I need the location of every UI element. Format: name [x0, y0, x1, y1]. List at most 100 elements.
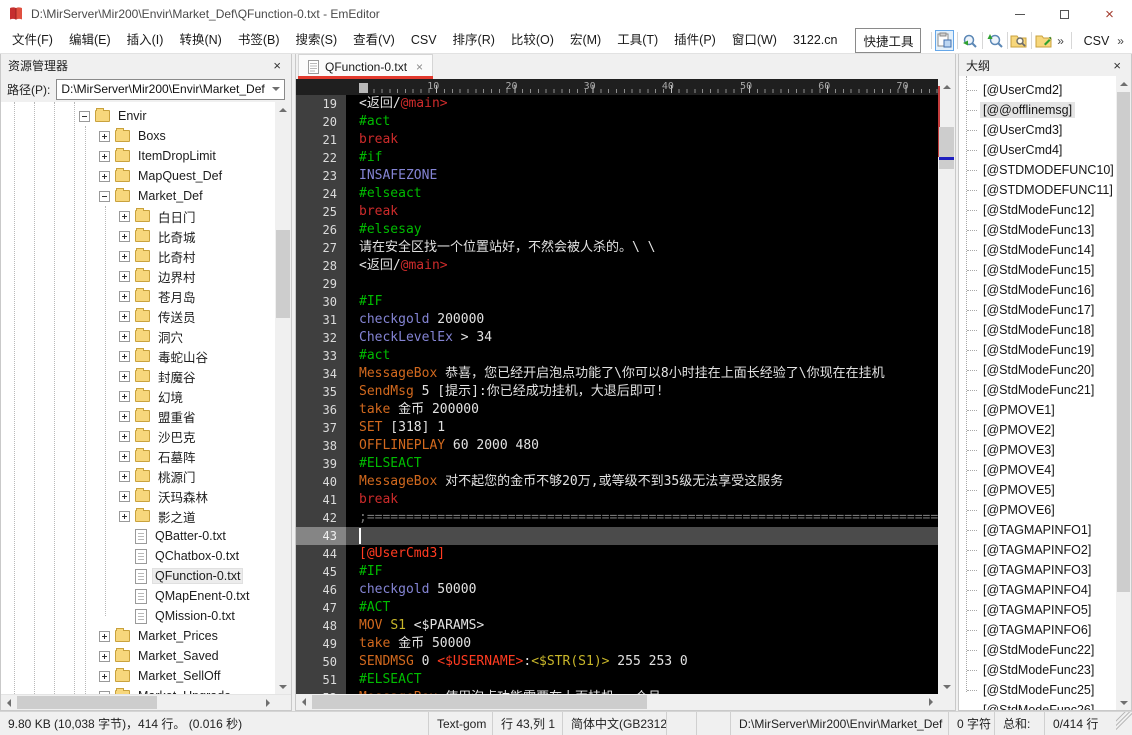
search-next-button[interactable] [986, 30, 1004, 51]
scroll-down-button[interactable] [938, 679, 955, 694]
minimize-button[interactable] [997, 0, 1042, 28]
outline-item[interactable]: [@TAGMAPINFO3] [959, 560, 1131, 580]
scroll-up-button[interactable] [275, 102, 291, 117]
expand-icon[interactable] [119, 490, 130, 502]
editor-line[interactable]: 42 ;=====================================… [296, 509, 938, 527]
tree-row-folder[interactable]: 白日门 [1, 206, 291, 226]
editor-line[interactable]: 43 [296, 527, 938, 545]
editor-line[interactable]: 25 break [296, 203, 938, 221]
editor-line[interactable]: 20 #act [296, 113, 938, 131]
expand-icon[interactable] [119, 210, 130, 222]
scroll-up-button[interactable] [938, 79, 955, 94]
editor-scrollbar-thumb[interactable] [939, 127, 954, 169]
tree-hscrollbar-thumb[interactable] [17, 696, 157, 709]
expand-icon[interactable] [119, 430, 130, 442]
expand-icon[interactable] [119, 230, 130, 242]
outline-item[interactable]: [@StdModeFunc13] [959, 220, 1131, 240]
scroll-right-button[interactable] [260, 695, 275, 710]
expand-icon[interactable] [99, 150, 110, 162]
tree-row-folder[interactable]: 沃玛森林 [1, 486, 291, 506]
menu-item[interactable]: 书签(B) [230, 28, 288, 53]
editor-line[interactable]: 37 SET [318] 1 [296, 419, 938, 437]
resize-grip[interactable] [1116, 712, 1132, 735]
outline-item[interactable]: [@StdModeFunc21] [959, 380, 1131, 400]
expand-icon[interactable] [119, 370, 130, 382]
outline-item[interactable]: [@PMOVE5] [959, 480, 1131, 500]
outline-item[interactable]: [@StdModeFunc26] [959, 700, 1131, 710]
editor-line[interactable]: 28 <返回/@main> [296, 257, 938, 275]
tree-row-folder[interactable]: Boxs [1, 126, 291, 146]
editor-line[interactable]: 26 #elsesay [296, 221, 938, 239]
editor-line[interactable]: 29 [296, 275, 938, 293]
outline-item[interactable]: [@StdModeFunc15] [959, 260, 1131, 280]
outline-item[interactable]: [@TAGMAPINFO6] [959, 620, 1131, 640]
outline-item[interactable]: [@UserCmd3] [959, 120, 1131, 140]
menu-item[interactable]: 文件(F) [4, 28, 61, 53]
editor-line[interactable]: 27 请在安全区找一个位置站好，不然会被人杀的。\ \ [296, 239, 938, 257]
tree-row-folder[interactable]: Envir [1, 106, 291, 126]
tab-close-icon[interactable]: × [416, 60, 423, 74]
outline-close-icon[interactable]: × [1110, 59, 1124, 72]
editor-line[interactable]: 38 OFFLINEPLAY 60 2000 480 [296, 437, 938, 455]
tree-row-folder[interactable]: 盟重省 [1, 406, 291, 426]
editor-line[interactable]: 21 break [296, 131, 938, 149]
expand-icon[interactable] [119, 350, 130, 362]
collapse-icon[interactable] [79, 110, 90, 122]
scroll-down-button[interactable] [1116, 695, 1131, 710]
status-mode[interactable]: Text-gom [428, 712, 492, 735]
outline-item[interactable]: [@StdModeFunc16] [959, 280, 1131, 300]
tree-vertical-scrollbar[interactable] [275, 102, 291, 694]
editor-line[interactable]: 47 #ACT [296, 599, 938, 617]
menu-item[interactable]: 宏(M) [562, 28, 609, 53]
expand-icon[interactable] [119, 450, 130, 462]
outline-item[interactable]: [@StdModeFunc22] [959, 640, 1131, 660]
editor-horizontal-scrollbar[interactable] [296, 694, 938, 710]
expand-icon[interactable] [99, 650, 110, 662]
outline-item[interactable]: [@STDMODEFUNC11] [959, 180, 1131, 200]
tree-row-folder[interactable]: 幻境 [1, 386, 291, 406]
scroll-down-button[interactable] [275, 679, 291, 694]
menu-item[interactable]: 插入(I) [119, 28, 172, 53]
tree-row-folder[interactable]: 传送员 [1, 306, 291, 326]
tree-row-folder[interactable]: MapQuest_Def [1, 166, 291, 186]
outline-item[interactable]: [@UserCmd4] [959, 140, 1131, 160]
tree-row-folder[interactable]: 桃源门 [1, 466, 291, 486]
tree-row-folder[interactable]: 洞穴 [1, 326, 291, 346]
outline-item[interactable]: [@StdModeFunc17] [959, 300, 1131, 320]
outline-vertical-scrollbar[interactable] [1116, 76, 1131, 710]
editor-line[interactable]: 51 #ELSEACT [296, 671, 938, 689]
outline-item[interactable]: [@@offlinemsg] [959, 100, 1131, 120]
tree-row-folder[interactable]: Market_Upgrade [1, 686, 291, 694]
scroll-left-button[interactable] [1, 695, 16, 710]
editor-line[interactable]: 48 MOV S1 <$PARAMS> [296, 617, 938, 635]
expand-icon[interactable] [119, 470, 130, 482]
scroll-left-button[interactable] [296, 694, 311, 710]
outline-item[interactable]: [@TAGMAPINFO2] [959, 540, 1131, 560]
tree-row-file[interactable]: QMapEnent-0.txt [1, 586, 291, 606]
status-encoding[interactable]: 简体中文(GB2312) [562, 712, 666, 735]
editor-line[interactable]: 49 take 金币 50000 [296, 635, 938, 653]
scroll-right-button[interactable] [923, 694, 938, 710]
menu-item[interactable]: 编辑(E) [61, 28, 119, 53]
tree-row-folder[interactable]: Market_Saved [1, 646, 291, 666]
outline-item[interactable]: [@PMOVE4] [959, 460, 1131, 480]
menu-item[interactable]: 比较(O) [503, 28, 562, 53]
tree-row-folder[interactable]: 边界村 [1, 266, 291, 286]
outline-item[interactable]: [@UserCmd2] [959, 80, 1131, 100]
editor-line[interactable]: 35 SendMsg 5 [提示]:你已经成功挂机，大退后即可! [296, 383, 938, 401]
tree-row-folder[interactable]: ItemDropLimit [1, 146, 291, 166]
tree-row-folder[interactable]: 苍月岛 [1, 286, 291, 306]
editor-line[interactable]: 44 [@UserCmd3] [296, 545, 938, 563]
tree-row-folder[interactable]: Market_Prices [1, 626, 291, 646]
find-in-files-button[interactable] [1010, 30, 1028, 51]
editor-line[interactable]: 36 take 金币 200000 [296, 401, 938, 419]
expand-icon[interactable] [99, 630, 110, 642]
tree-row-folder[interactable]: 封魔谷 [1, 366, 291, 386]
outline-item[interactable]: [@STDMODEFUNC10] [959, 160, 1131, 180]
menu-item[interactable]: 插件(P) [666, 28, 724, 53]
tree-row-folder[interactable]: 沙巴克 [1, 426, 291, 446]
outline-item[interactable]: [@StdModeFunc19] [959, 340, 1131, 360]
menu-item[interactable]: 排序(R) [445, 28, 503, 53]
expand-icon[interactable] [119, 310, 130, 322]
code-area[interactable]: 19 <返回/@main> 20 #act 21 break 22 #if 23 INSAFEZO… [296, 95, 938, 694]
